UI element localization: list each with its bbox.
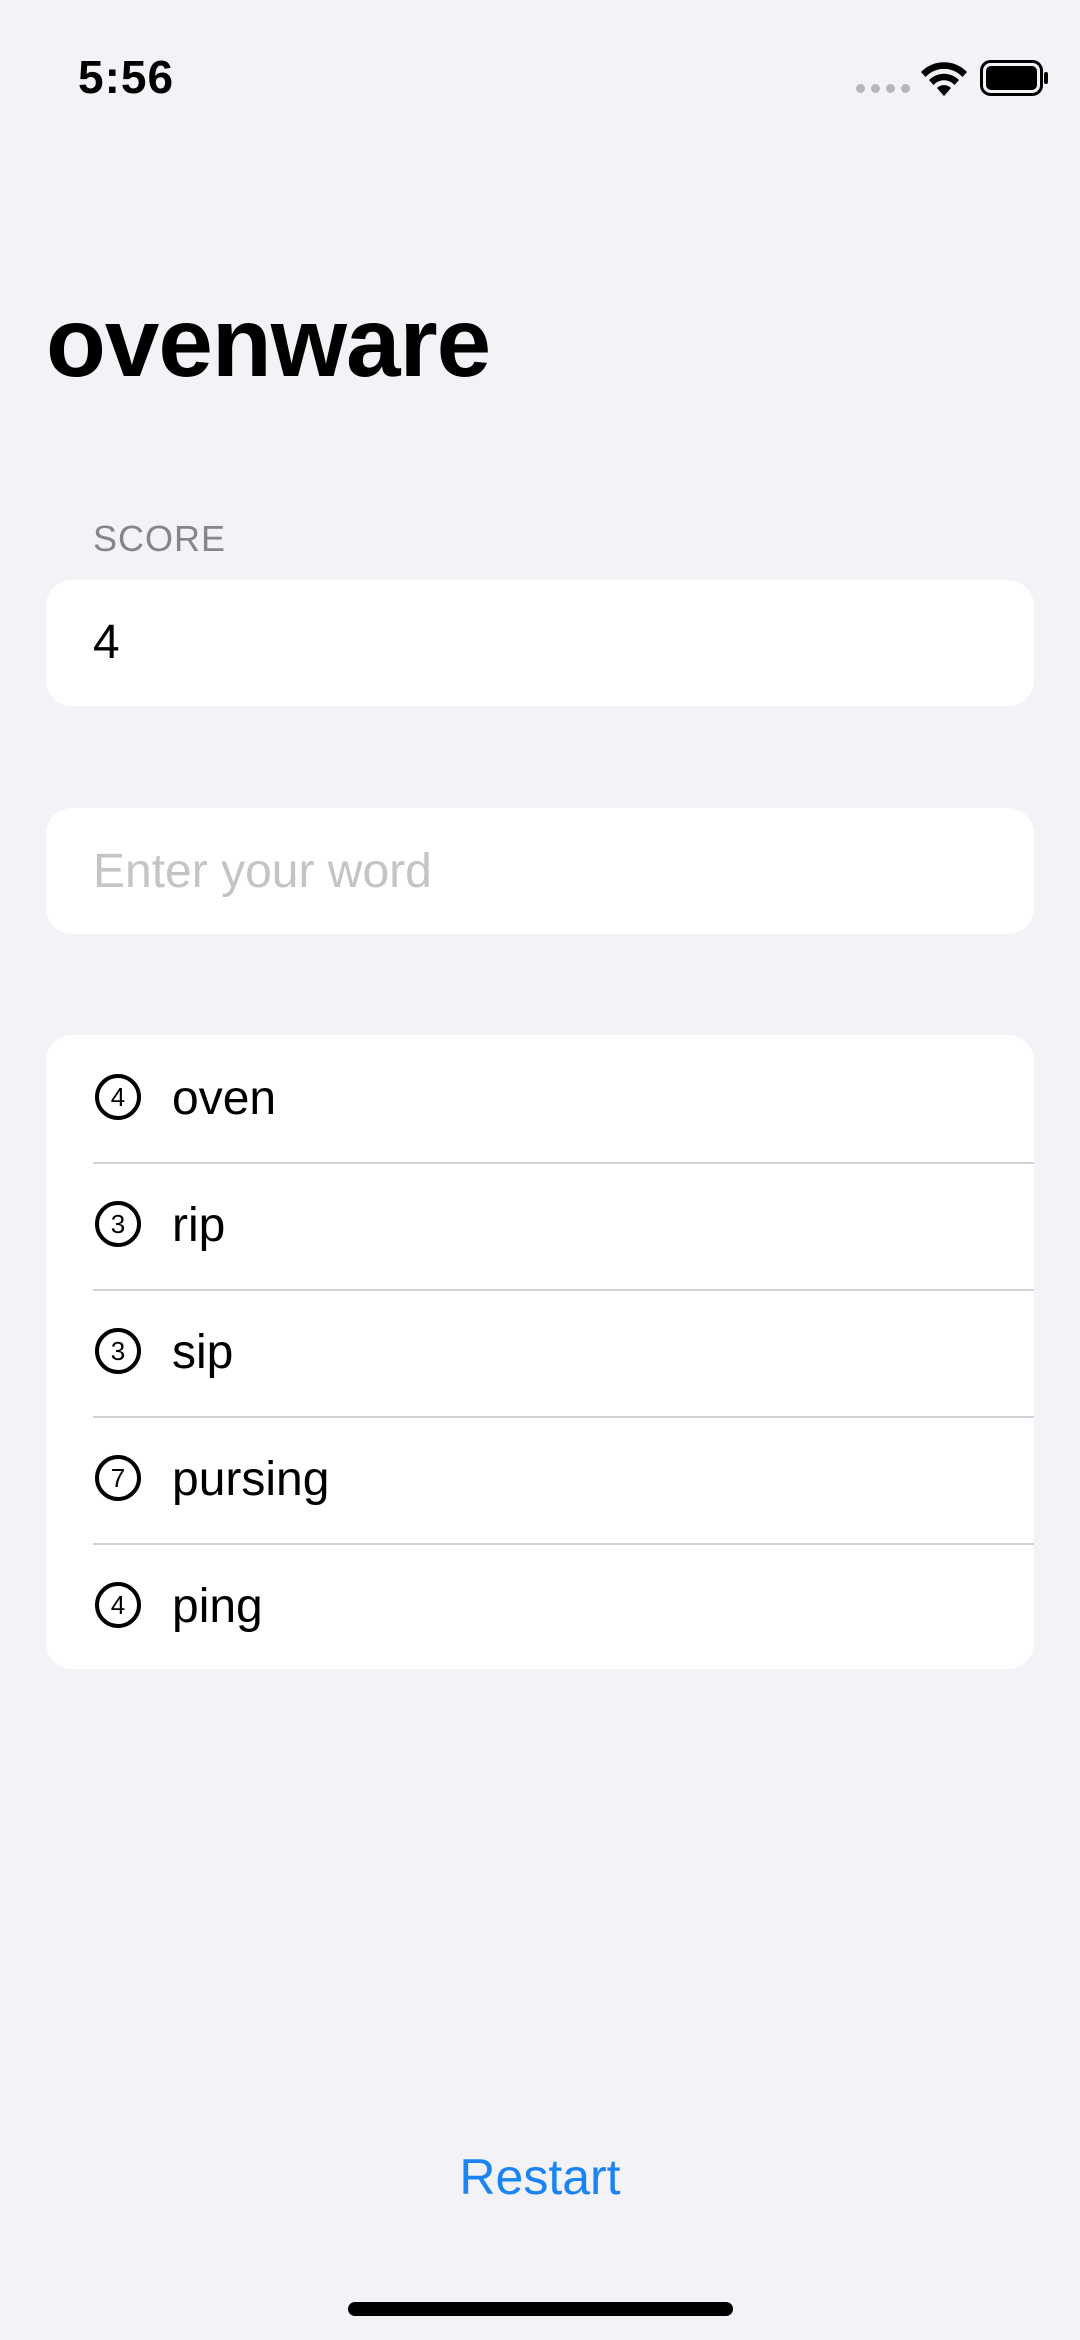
root-word-title: ovenware — [46, 287, 491, 397]
letter-count-circle-icon: 3 — [95, 1201, 141, 1247]
word-text: ping — [172, 1580, 263, 1633]
battery-icon — [980, 60, 1048, 96]
word-input-card[interactable] — [46, 808, 1034, 934]
status-bar: 5:56 — [0, 0, 1080, 140]
letter-count-circle-icon: 4 — [95, 1074, 141, 1120]
word-text: rip — [172, 1199, 226, 1252]
word-text: sip — [172, 1326, 234, 1379]
list-item: 7 pursing — [46, 1416, 1034, 1543]
home-indicator[interactable] — [348, 2302, 733, 2316]
cellular-signal-icon — [856, 84, 910, 93]
list-item: 4 oven — [46, 1035, 1034, 1162]
word-input[interactable] — [93, 808, 993, 934]
letter-count-circle-icon: 7 — [95, 1455, 141, 1501]
word-text: pursing — [172, 1453, 330, 1506]
score-value: 4 — [93, 616, 120, 669]
letter-count-circle-icon: 4 — [95, 1582, 141, 1628]
word-text: oven — [172, 1072, 277, 1125]
restart-button[interactable]: Restart — [0, 2148, 1080, 2206]
status-time: 5:56 — [78, 51, 175, 103]
wifi-icon — [921, 62, 967, 96]
score-section-header: SCORE — [93, 518, 227, 559]
list-item: 4 ping — [46, 1543, 1034, 1669]
list-item: 3 sip — [46, 1289, 1034, 1416]
letter-count-circle-icon: 3 — [95, 1328, 141, 1374]
score-card: 4 — [46, 580, 1034, 706]
used-words-list: 4 oven 3 rip 3 sip 7 pursing 4 ping — [46, 1035, 1034, 1669]
list-item: 3 rip — [46, 1162, 1034, 1289]
